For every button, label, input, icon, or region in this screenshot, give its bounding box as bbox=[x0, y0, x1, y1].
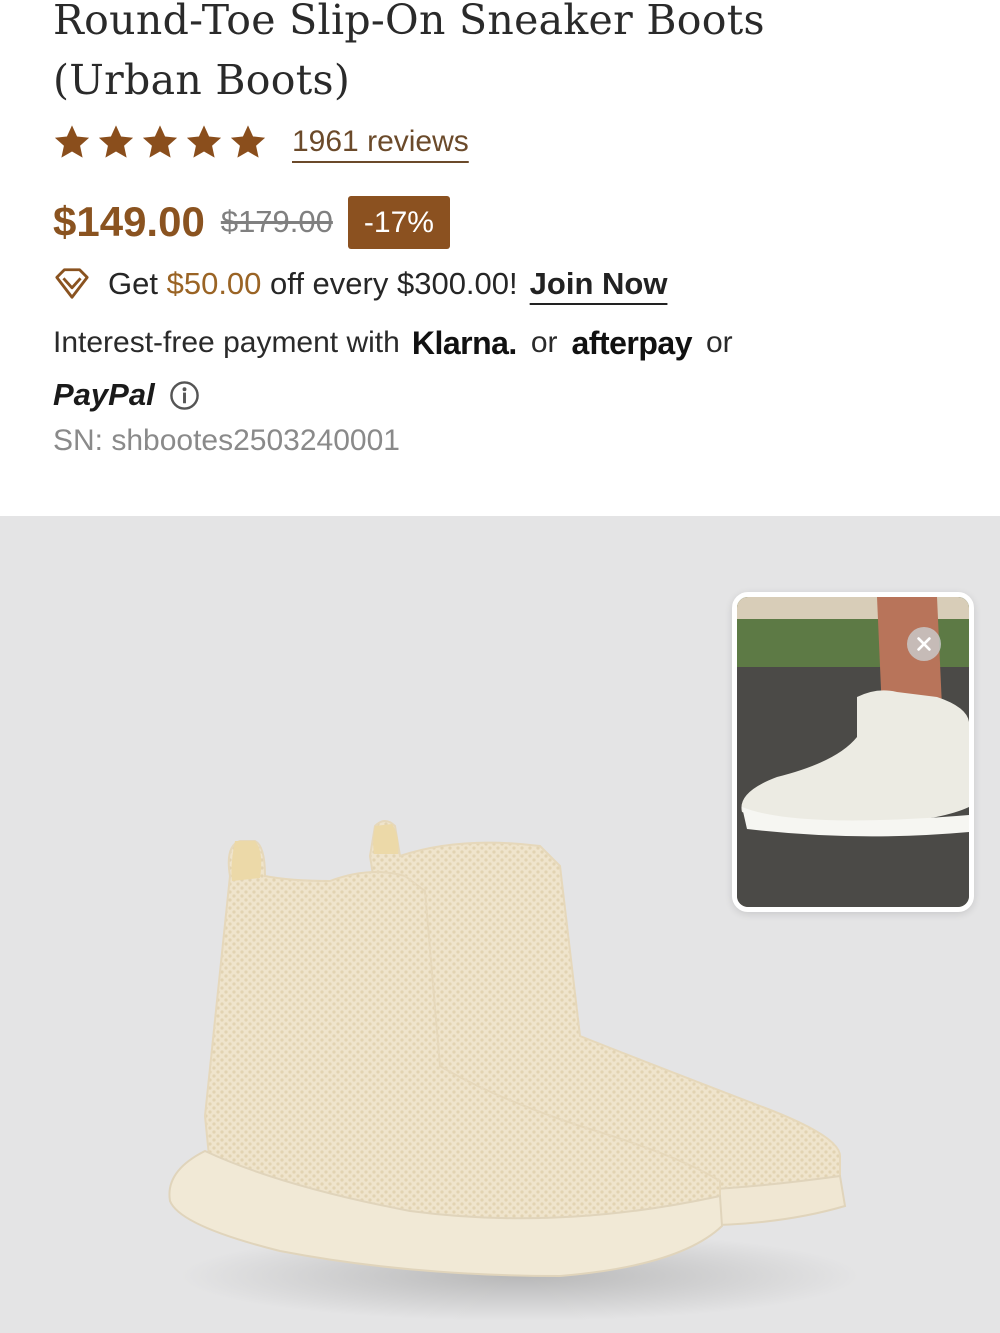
reviews-link[interactable]: 1961 reviews bbox=[292, 125, 469, 159]
afterpay-logo: afterpay bbox=[571, 324, 693, 361]
paypal-logo: PayPal bbox=[53, 377, 155, 412]
product-sn: SN: shbootes2503240001 bbox=[53, 424, 400, 457]
discount-badge: -17% bbox=[347, 195, 450, 249]
star-icon bbox=[54, 125, 90, 158]
star-icon bbox=[230, 125, 266, 158]
sale-price: $149.00 bbox=[53, 198, 205, 245]
payment-options: Interest-free payment with Klarna. or af… bbox=[53, 320, 733, 366]
star-icon bbox=[98, 125, 134, 158]
price-row: $149.00 $179.00 -17% bbox=[53, 194, 450, 250]
promo-suffix: off every $300.00! bbox=[261, 266, 518, 301]
join-now-link[interactable]: Join Now bbox=[530, 266, 668, 302]
close-icon bbox=[917, 637, 931, 651]
diamond-icon bbox=[55, 268, 89, 299]
klarna-logo: Klarna. bbox=[411, 324, 517, 361]
star-icon bbox=[142, 125, 178, 158]
product-title-line1: Round-Toe Slip-On Sneaker Boots bbox=[53, 0, 765, 44]
video-thumbnail[interactable] bbox=[732, 592, 974, 912]
info-icon[interactable] bbox=[169, 380, 200, 411]
product-title-line2: (Urban Boots) bbox=[53, 56, 351, 104]
star-rating bbox=[53, 123, 267, 161]
promo-prefix: Get bbox=[108, 266, 167, 301]
product-title: Round-Toe Slip-On Sneaker Boots (Urban B… bbox=[53, 0, 953, 110]
close-video-button[interactable] bbox=[907, 627, 941, 661]
payment-text: Interest-free payment with bbox=[53, 326, 400, 359]
payment-or-2: or bbox=[706, 326, 733, 359]
rating-row: 1961 reviews bbox=[53, 118, 469, 166]
promo-amount: $50.00 bbox=[166, 266, 262, 301]
paypal-row: PayPal bbox=[53, 372, 200, 418]
original-price: $179.00 bbox=[220, 204, 333, 239]
payment-or-1: or bbox=[530, 326, 558, 359]
star-icon bbox=[186, 125, 222, 158]
membership-promo: Get $50.00 off every $300.00! Join Now bbox=[53, 260, 667, 308]
product-info: Round-Toe Slip-On Sneaker Boots (Urban B… bbox=[0, 0, 1000, 516]
